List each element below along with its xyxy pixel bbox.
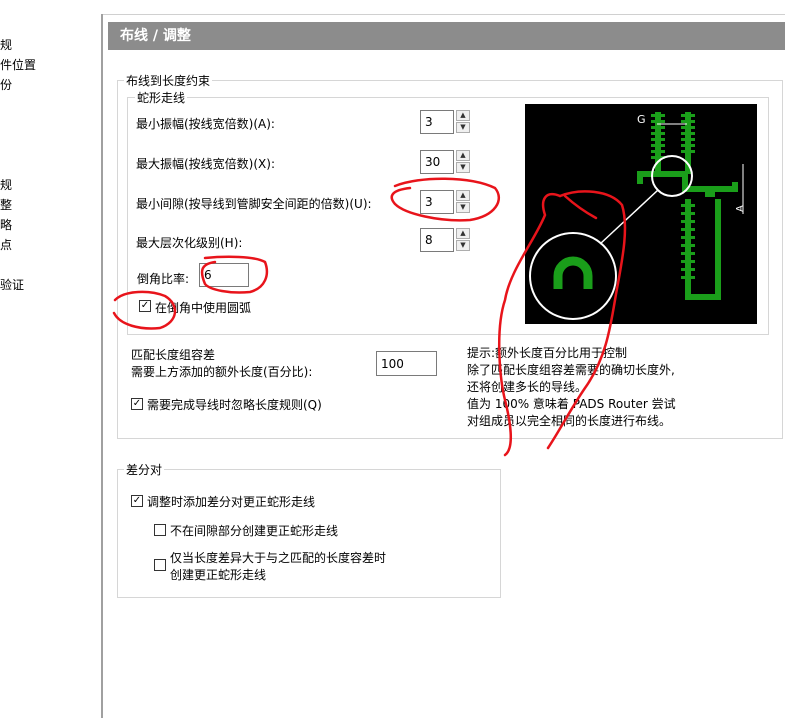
pane-splitter[interactable] (101, 14, 103, 718)
spin-down-icon[interactable]: ▼ (456, 202, 470, 213)
max-level-label: 最大层次化级别(H): (136, 236, 243, 250)
meander-diagram-icon: G A (529, 112, 746, 320)
hint-line3: 还将创建多长的导线。 (467, 380, 588, 394)
hint-line5: 对组成员以完全相同的长度进行布线。 (467, 414, 672, 428)
ignore-length-rule-label[interactable]: 需要完成导线时忽略长度规则(Q) (147, 396, 322, 413)
min-gap-spinner[interactable]: ▲▼ (420, 190, 470, 214)
tree-item-5[interactable]: 整 (0, 196, 12, 213)
length-constraint-title: 布线到长度约束 (124, 72, 213, 89)
spin-up-icon[interactable]: ▲ (456, 110, 470, 121)
ignore-length-rule-checkbox[interactable] (131, 398, 143, 410)
add-meander-checkbox[interactable] (131, 495, 143, 507)
preview-label-g: G (637, 113, 646, 126)
hint-line1: 提示:额外长度百分比用于控制 (467, 346, 628, 360)
tree-item-6[interactable]: 略 (0, 216, 12, 233)
no-gap-label[interactable]: 不在间隙部分创建更正蛇形走线 (170, 522, 338, 539)
max-amplitude-input[interactable] (420, 150, 454, 174)
add-meander-label[interactable]: 调整时添加差分对更正蛇形走线 (147, 493, 315, 510)
tree-item-3[interactable]: 份 (0, 76, 12, 93)
chamfer-ratio-label: 倒角比率: (137, 272, 190, 286)
hint-line4: 值为 100% 意味着 PADS Router 尝试 (467, 397, 676, 411)
only-when-checkbox[interactable] (154, 559, 166, 571)
page-title: 布线 / 调整 (108, 22, 785, 50)
only-when-line1[interactable]: 仅当长度差异大于与之匹配的长度容差时 (170, 549, 386, 566)
max-amplitude-spinner[interactable]: ▲▼ (420, 150, 470, 174)
tree-item-2[interactable]: 件位置 (0, 56, 36, 73)
no-gap-checkbox[interactable] (154, 524, 166, 536)
tree-item-8[interactable]: 验证 (0, 276, 24, 293)
tree-item-1[interactable]: 规 (0, 36, 12, 53)
diff-pair-title: 差分对 (124, 461, 165, 478)
min-gap-input[interactable] (420, 190, 454, 214)
spin-down-icon[interactable]: ▼ (456, 240, 470, 251)
preview-label-a: A (735, 205, 746, 212)
spin-up-icon[interactable]: ▲ (456, 150, 470, 161)
min-amplitude-spinner[interactable]: ▲▼ (420, 110, 470, 134)
min-amplitude-input[interactable] (420, 110, 454, 134)
meander-preview: G A (525, 104, 757, 324)
max-level-spinner[interactable]: ▲▼ (420, 228, 470, 252)
max-amplitude-label: 最大振幅(按线宽倍数)(X): (136, 157, 275, 171)
hint-line2: 除了匹配长度组容差需要的确切长度外, (467, 363, 675, 377)
top-divider (103, 14, 785, 15)
meander-title: 蛇形走线 (135, 89, 188, 106)
use-arc-checkbox[interactable] (139, 300, 151, 312)
use-arc-label[interactable]: 在倒角中使用圆弧 (155, 299, 251, 316)
spin-up-icon[interactable]: ▲ (456, 228, 470, 239)
match-tolerance-line2: 需要上方添加的额外长度(百分比): (131, 365, 313, 379)
spin-up-icon[interactable]: ▲ (456, 190, 470, 201)
min-gap-label: 最小间隙(按导线到管脚安全间距的倍数)(U): (136, 197, 372, 211)
only-when-line2[interactable]: 创建更正蛇形走线 (170, 566, 266, 583)
max-level-input[interactable] (420, 228, 454, 252)
match-tolerance-input[interactable] (376, 351, 437, 376)
spin-down-icon[interactable]: ▼ (456, 122, 470, 133)
min-amplitude-label: 最小振幅(按线宽倍数)(A): (136, 117, 275, 131)
chamfer-ratio-input[interactable] (199, 263, 249, 287)
tree-item-4[interactable]: 规 (0, 176, 12, 193)
spin-down-icon[interactable]: ▼ (456, 162, 470, 173)
match-tolerance-line1: 匹配长度组容差 (131, 348, 216, 362)
tree-item-7[interactable]: 点 (0, 236, 12, 253)
